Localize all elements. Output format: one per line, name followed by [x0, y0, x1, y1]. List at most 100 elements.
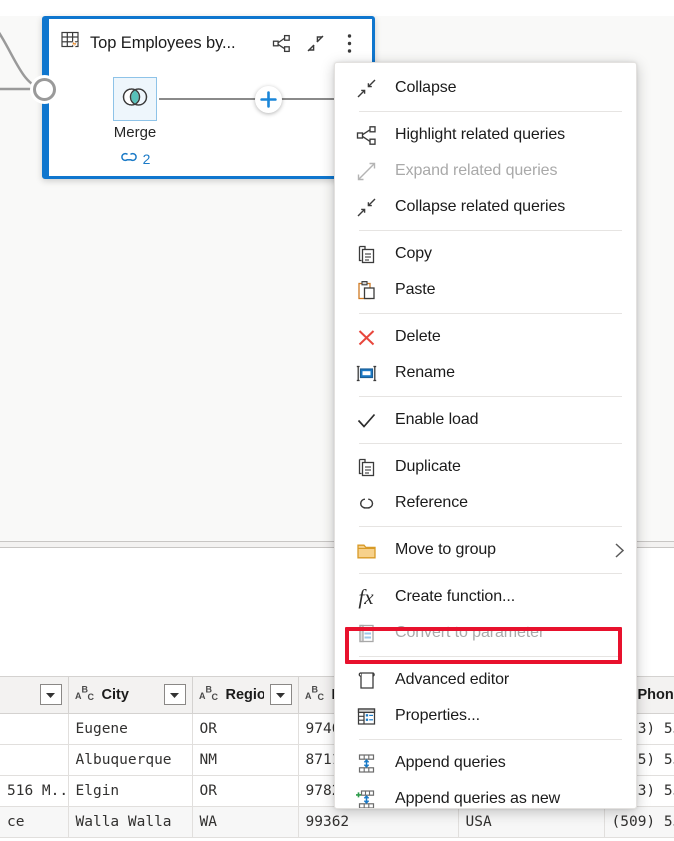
linked-queries-icon	[120, 150, 138, 167]
table-query-icon	[60, 29, 83, 57]
svg-text:C: C	[87, 692, 94, 702]
column-header-region[interactable]: ABC Region	[192, 677, 298, 713]
table-cell[interactable]: WA	[192, 806, 298, 837]
column-filter-button[interactable]	[164, 684, 186, 705]
table-cell[interactable]: OR	[192, 775, 298, 806]
menu-item-advanced-editor[interactable]: Advanced editor	[335, 662, 636, 698]
table-cell[interactable]: (509) 55	[604, 806, 674, 837]
menu-item-append-queries[interactable]: Append queries	[335, 745, 636, 781]
delete-x-icon	[349, 327, 383, 348]
query-card[interactable]: Top Employees by...	[42, 16, 375, 179]
rename-icon	[349, 363, 383, 384]
menu-separator	[359, 230, 622, 231]
more-options-icon[interactable]	[338, 32, 360, 54]
chevron-right-icon	[613, 542, 626, 559]
highlight-related-queries-icon[interactable]	[270, 32, 292, 54]
merge-step-label: Merge	[69, 124, 201, 141]
table-cell[interactable]: 99362	[298, 806, 458, 837]
query-card-header-actions	[270, 32, 364, 54]
folder-icon	[349, 540, 383, 561]
menu-item-label: Copy	[383, 245, 432, 263]
table-cell[interactable]: Walla Walla	[68, 806, 192, 837]
abc-text-icon: ABC	[199, 684, 220, 706]
menu-item-label: Enable load	[383, 411, 478, 429]
menu-item-label: Append queries as new	[383, 790, 560, 808]
menu-item-label: Duplicate	[383, 458, 461, 476]
column-header-city[interactable]: ABCCity	[68, 677, 192, 713]
menu-item-copy[interactable]: Copy	[335, 236, 636, 272]
menu-item-collapse[interactable]: Collapse	[335, 70, 636, 106]
merge-step-icon-box[interactable]	[113, 77, 157, 121]
highlight-related-queries-icon	[349, 125, 383, 146]
menu-item-append-queries-as-new[interactable]: Append queries as new	[335, 781, 636, 809]
menu-separator	[359, 573, 622, 574]
table-cell[interactable]: Albuquerque	[68, 744, 192, 775]
menu-item-paste[interactable]: Paste	[335, 272, 636, 308]
collapse-related-queries-icon	[349, 197, 383, 218]
table-cell[interactable]: OR	[192, 713, 298, 744]
menu-item-move-to-group[interactable]: Move to group	[335, 532, 636, 568]
menu-item-properties[interactable]: Properties...	[335, 698, 636, 734]
menu-item-highlight-related-queries[interactable]: Highlight related queries	[335, 117, 636, 153]
column-filter-button[interactable]	[270, 684, 292, 705]
query-card-title: Top Employees by...	[90, 34, 235, 53]
duplicate-icon	[349, 457, 383, 478]
fx-function-icon: fx	[349, 587, 383, 608]
advanced-editor-icon	[349, 670, 383, 691]
menu-separator	[359, 313, 622, 314]
menu-separator	[359, 396, 622, 397]
menu-item-label: Paste	[383, 281, 435, 299]
menu-item-label: Properties...	[383, 707, 480, 725]
menu-item-label: Advanced editor	[383, 671, 509, 689]
menu-item-label: Move to group	[383, 541, 496, 559]
menu-item-collapse-related-queries[interactable]: Collapse related queries	[335, 189, 636, 225]
menu-item-label: Convert to parameter	[383, 624, 544, 642]
menu-item-label: Collapse related queries	[383, 198, 565, 216]
svg-text:C: C	[211, 692, 218, 702]
append-queries-icon	[349, 753, 383, 774]
menu-item-label: Append queries	[383, 754, 506, 772]
table-cell[interactable]: ce	[0, 806, 68, 837]
checkmark-icon	[349, 410, 383, 431]
svg-text:C: C	[317, 692, 324, 702]
linked-queries-count: 2	[143, 151, 151, 167]
menu-item-expand-related-queries: Expand related queries	[335, 153, 636, 189]
merge-icon	[121, 87, 149, 112]
menu-item-reference[interactable]: Reference	[335, 485, 636, 521]
table-row[interactable]: ceWalla WallaWA99362USA(509) 55	[0, 806, 674, 837]
menu-item-duplicate[interactable]: Duplicate	[335, 449, 636, 485]
menu-item-label: Create function...	[383, 588, 515, 606]
table-cell[interactable]	[0, 744, 68, 775]
menu-item-create-function[interactable]: fxCreate function...	[335, 579, 636, 615]
paste-icon	[349, 280, 383, 301]
table-cell[interactable]: Eugene	[68, 713, 192, 744]
column-filter-button[interactable]	[40, 684, 62, 705]
menu-item-label: Delete	[383, 328, 441, 346]
column-header-label: Region	[226, 687, 264, 703]
expand-related-queries-icon	[349, 161, 383, 182]
column-header-blank[interactable]	[0, 677, 68, 713]
query-context-menu[interactable]: Collapse Highlight related queries Expan…	[334, 62, 637, 809]
query-input-node[interactable]	[33, 78, 56, 101]
abc-text-icon: ABC	[305, 684, 326, 706]
collapse-icon[interactable]	[304, 32, 326, 54]
menu-item-enable-load[interactable]: Enable load	[335, 402, 636, 438]
reference-link-icon	[349, 493, 383, 514]
linked-queries-indicator[interactable]: 2	[69, 150, 201, 167]
menu-item-delete[interactable]: Delete	[335, 319, 636, 355]
table-cell[interactable]: USA	[458, 806, 604, 837]
table-cell[interactable]: NM	[192, 744, 298, 775]
table-cell[interactable]	[0, 713, 68, 744]
menu-separator	[359, 526, 622, 527]
menu-item-label: Reference	[383, 494, 468, 512]
column-header-label: Phone	[638, 687, 674, 703]
menu-item-label: Collapse	[383, 79, 456, 97]
menu-item-label: Highlight related queries	[383, 126, 565, 144]
menu-item-convert-to-parameter: Convert to parameter	[335, 615, 636, 651]
menu-item-rename[interactable]: Rename	[335, 355, 636, 391]
add-step-button[interactable]	[255, 86, 282, 113]
menu-separator	[359, 739, 622, 740]
table-cell[interactable]: 516 M...	[0, 775, 68, 806]
table-cell[interactable]: Elgin	[68, 775, 192, 806]
query-card-header: Top Employees by...	[49, 19, 372, 67]
